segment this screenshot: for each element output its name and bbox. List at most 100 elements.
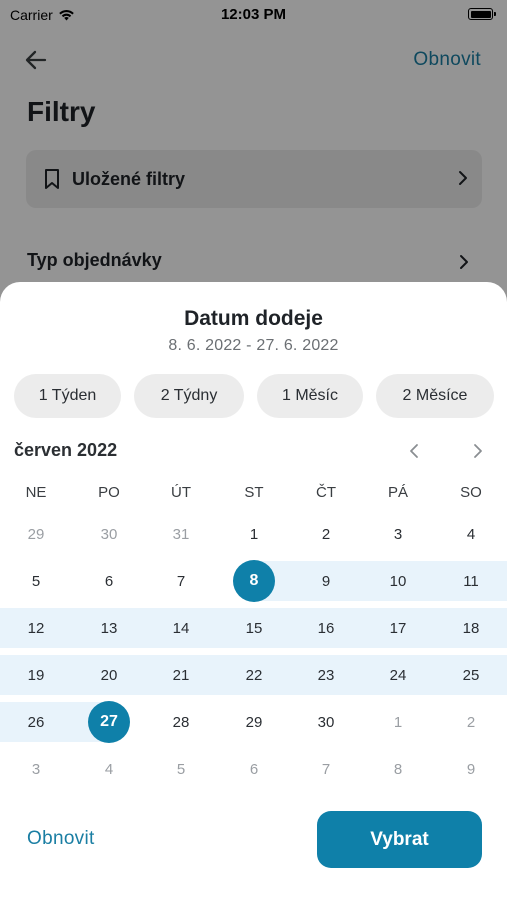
calendar-day-number: 10 [389,572,407,590]
calendar-day-number: 17 [389,619,407,637]
calendar-day-number: 29 [245,713,263,731]
weekday-label: SO [460,484,482,501]
calendar-day[interactable]: 4 [73,749,145,789]
calendar-day-number: 15 [245,619,263,637]
sheet-title: Datum dodeje [184,307,323,330]
calendar-day[interactable]: 18 [435,608,507,648]
calendar-day[interactable]: 10 [362,561,434,601]
calendar-day-number: 4 [104,760,114,778]
calendar-day[interactable]: 31 [145,514,217,554]
calendar-day-number: 1 [249,525,259,543]
calendar-day[interactable]: 29 [0,514,72,554]
calendar-day-number: 8 [249,572,259,589]
calendar-day-number: 8 [393,760,403,778]
calendar-day-number: 12 [27,619,45,637]
calendar-day-number: 7 [176,572,186,590]
calendar-day[interactable]: 26 [0,702,72,742]
calendar-day-number: 28 [172,713,190,731]
reset-button[interactable]: Obnovit [27,828,95,850]
calendar-day[interactable]: 19 [0,655,72,695]
preset-chip-2-weeks[interactable]: 2 Týdny [134,374,244,418]
calendar-day[interactable]: 15 [218,608,290,648]
calendar-day[interactable]: 20 [73,655,145,695]
weekday-label: ST [244,484,264,501]
calendar-day[interactable]: 6 [73,561,145,601]
calendar-day-number: 21 [172,666,190,684]
calendar-day[interactable]: 30 [290,702,362,742]
calendar-day[interactable]: 9 [435,749,507,789]
calendar-day[interactable]: 8 [362,749,434,789]
calendar-day-number: 1 [393,713,403,731]
calendar-day-number: 3 [393,525,403,543]
chevron-right-icon[interactable] [468,442,486,460]
calendar-day-number: 5 [31,572,41,590]
calendar-day-number: 14 [172,619,190,637]
calendar-day-number: 6 [249,760,259,778]
calendar-day[interactable]: 2 [290,514,362,554]
calendar-day[interactable]: 1 [362,702,434,742]
calendar-day[interactable]: 3 [362,514,434,554]
calendar-day-number: 4 [466,525,476,543]
calendar-day-number: 24 [389,666,407,684]
weekday-label: ČT [316,484,336,501]
preset-chip-1-month[interactable]: 1 Měsíc [257,374,363,418]
calendar-day[interactable]: 2 [435,702,507,742]
calendar-day[interactable]: 6 [218,749,290,789]
calendar-day-number: 16 [317,619,335,637]
calendar-day-number: 31 [172,525,190,543]
calendar-day-number: 2 [466,713,476,731]
calendar-day-number: 6 [104,572,114,590]
calendar-day[interactable]: 22 [218,655,290,695]
weekday-label: ÚT [171,484,191,501]
calendar-day-number: 30 [100,525,118,543]
calendar-day-number: 13 [100,619,118,637]
calendar-day-number: 18 [462,619,480,637]
calendar-day[interactable]: 21 [145,655,217,695]
calendar-day-selected[interactable]: 8 [218,560,290,602]
calendar-day[interactable]: 16 [290,608,362,648]
calendar-day-number: 29 [27,525,45,543]
calendar-day-number: 30 [317,713,335,731]
calendar-day-number: 2 [321,525,331,543]
calendar-day-number: 9 [321,572,331,590]
calendar-day[interactable]: 4 [435,514,507,554]
selected-range-text: 8. 6. 2022 - 27. 6. 2022 [168,337,339,354]
calendar-day[interactable]: 23 [290,655,362,695]
select-button[interactable]: Vybrat [317,811,482,868]
calendar-day[interactable]: 9 [290,561,362,601]
calendar-day[interactable]: 7 [290,749,362,789]
calendar-day[interactable]: 7 [145,561,217,601]
calendar-day-number: 19 [27,666,45,684]
chevron-left-icon[interactable] [406,442,424,460]
weekday-label: NE [25,484,47,501]
calendar-day[interactable]: 13 [73,608,145,648]
calendar-day-number: 27 [100,713,118,730]
calendar-day-number: 3 [31,760,41,778]
calendar-day-selected[interactable]: 27 [73,701,145,743]
calendar-day[interactable]: 29 [218,702,290,742]
calendar-day[interactable]: 11 [435,561,507,601]
calendar-day[interactable]: 1 [218,514,290,554]
calendar-day[interactable]: 28 [145,702,217,742]
calendar-day[interactable]: 17 [362,608,434,648]
calendar-day[interactable]: 14 [145,608,217,648]
month-label: červen 2022 [14,440,118,460]
calendar-day-number: 20 [100,666,118,684]
calendar-day-number: 23 [317,666,335,684]
calendar-day[interactable]: 5 [145,749,217,789]
calendar-day[interactable]: 12 [0,608,72,648]
calendar-day[interactable]: 5 [0,561,72,601]
weekday-label: PO [98,484,120,501]
calendar-day-number: 11 [463,572,479,590]
preset-chip-1-week[interactable]: 1 Týden [14,374,121,418]
calendar-day[interactable]: 3 [0,749,72,789]
calendar-day[interactable]: 24 [362,655,434,695]
calendar-day-number: 9 [466,760,476,778]
calendar-day-number: 5 [176,760,186,778]
calendar-day-number: 7 [321,760,331,778]
calendar-day[interactable]: 30 [73,514,145,554]
date-picker-sheet: Datum dodeje 8. 6. 2022 - 27. 6. 2022 1 … [0,282,507,900]
preset-chip-2-months[interactable]: 2 Měsíce [376,374,494,418]
calendar-day[interactable]: 25 [435,655,507,695]
calendar-day-number: 26 [27,713,45,731]
